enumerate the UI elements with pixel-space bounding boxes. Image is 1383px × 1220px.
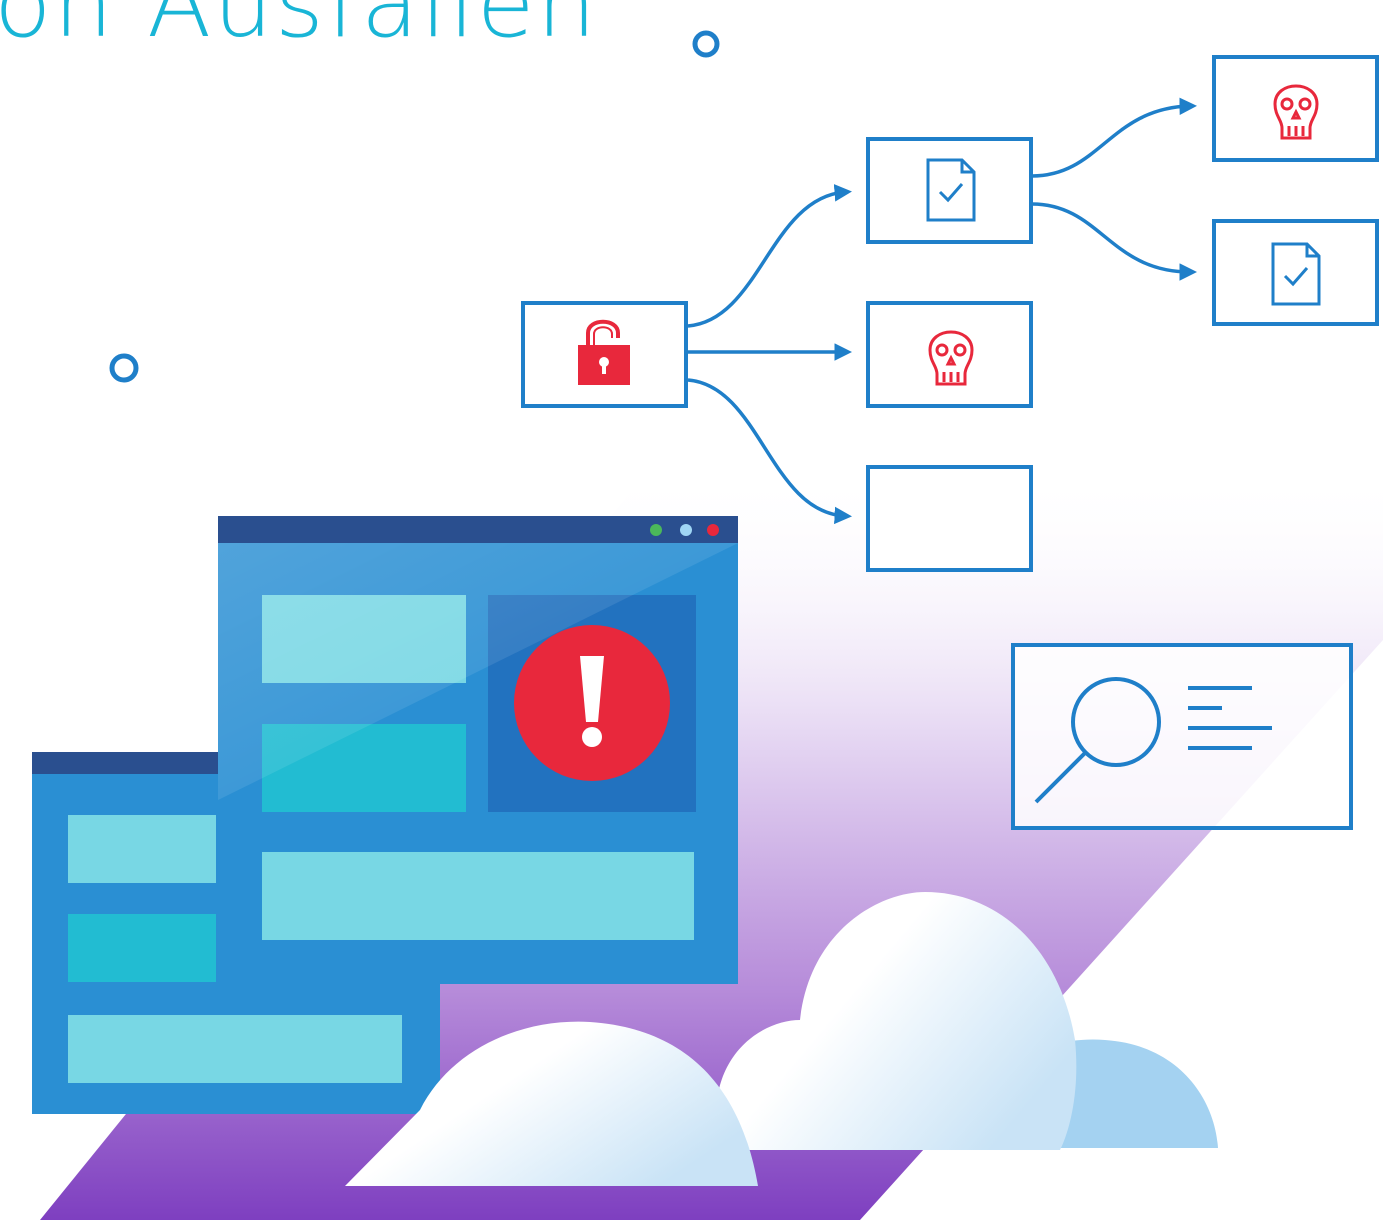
ring-decoration-top	[692, 30, 720, 58]
node-leaf-skull	[1212, 55, 1379, 162]
app-window-front	[218, 516, 738, 984]
connector-to-leaf-document	[1031, 202, 1197, 281]
connector-to-leaf-skull	[1031, 97, 1197, 178]
exclamation-icon	[514, 625, 670, 781]
window-dot-blue	[680, 524, 692, 536]
ring-decoration-left	[109, 353, 139, 383]
node-branch-skull	[866, 301, 1033, 408]
inspector-card	[1011, 643, 1353, 830]
node-branch-document	[866, 137, 1033, 244]
node-leaf-document	[1212, 219, 1379, 326]
connector-to-document	[687, 184, 852, 328]
window-dot-green	[650, 524, 662, 536]
illustration: on Ausfällen	[0, 0, 1383, 1220]
window-dot-red	[707, 524, 719, 536]
node-source	[521, 301, 688, 408]
node-branch-empty	[866, 465, 1033, 572]
illustration-canvas	[32, 30, 1383, 1220]
